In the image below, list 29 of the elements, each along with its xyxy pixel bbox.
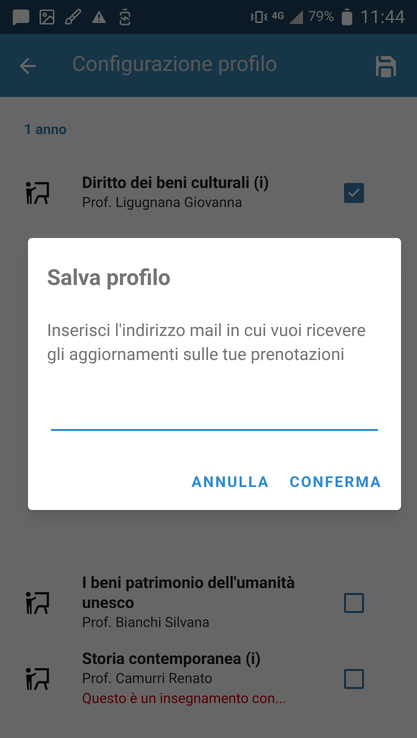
battery-percent: 79% bbox=[308, 8, 334, 26]
vibrate-icon bbox=[250, 8, 268, 26]
course-title: Storia contemporanea (i) bbox=[82, 649, 262, 669]
signal-icon bbox=[288, 9, 304, 25]
clock: 11:44 bbox=[360, 6, 405, 30]
course-checkbox[interactable] bbox=[344, 183, 364, 203]
dialog-title: Salva profilo bbox=[47, 265, 172, 293]
app-bar-title: Configurazione profilo bbox=[72, 52, 278, 79]
network-type: 4G bbox=[272, 12, 284, 22]
teacher-name: Prof. Bianchi Silvana bbox=[82, 614, 211, 633]
course-warning: Questo è un insegnamento con... bbox=[82, 690, 288, 709]
course-checkbox[interactable] bbox=[344, 669, 364, 689]
message-icon bbox=[12, 8, 30, 26]
course-checkbox[interactable] bbox=[344, 593, 364, 613]
course-title: Diritto dei beni culturali (i) bbox=[82, 173, 270, 193]
dialog-button[interactable]: ANNULLA bbox=[192, 467, 270, 498]
teacher-at-board-icon bbox=[24, 666, 50, 692]
brush-icon bbox=[64, 8, 82, 26]
check-icon bbox=[347, 186, 361, 200]
dialog-button[interactable]: CONFERMA bbox=[290, 467, 382, 498]
teacher-at-board-icon bbox=[24, 590, 50, 616]
section-header: 1 anno bbox=[24, 122, 67, 138]
teacher-at-board-icon bbox=[24, 180, 50, 206]
teacher-name: Prof. Camurri Renato bbox=[82, 670, 214, 689]
dialog-message: Inserisci l'indirizzo mail in cui vuoi ricevere gli aggiornamenti sulle tue prenotazioni bbox=[47, 320, 367, 367]
warning-icon bbox=[90, 8, 108, 26]
image-icon bbox=[38, 8, 56, 26]
teacher-name: Prof. Ligugnana Giovanna bbox=[82, 194, 244, 213]
course-title: I beni patrimonio dell'umanità unesco bbox=[82, 573, 296, 613]
